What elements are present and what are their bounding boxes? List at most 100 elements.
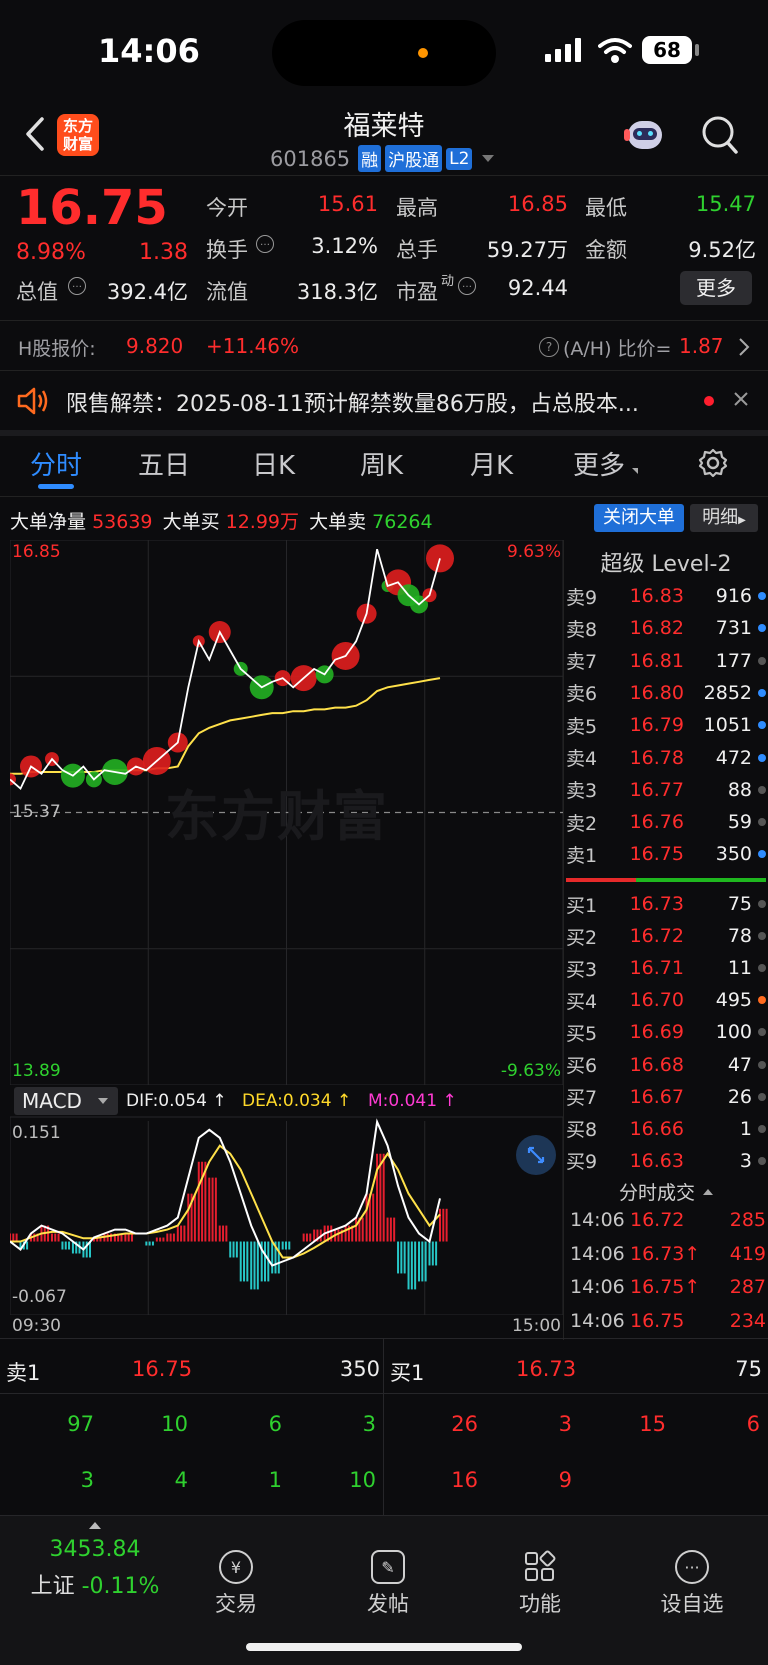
- amount-value: 9.52亿: [688, 238, 756, 262]
- level-label: 买5: [566, 1022, 598, 1045]
- tab-weekly-k[interactable]: 周K: [360, 445, 403, 482]
- ask-level-row[interactable]: 卖9 16.83 916: [566, 580, 766, 612]
- index-name: 上证: [30, 1574, 75, 1599]
- ask-level-row[interactable]: 卖6 16.80 2852: [566, 677, 766, 709]
- level-price: 16.75: [629, 843, 684, 866]
- level-price: 16.78: [629, 746, 684, 769]
- close-icon[interactable]: [733, 391, 749, 407]
- close-big-order-button[interactable]: 关闭大单: [594, 504, 684, 532]
- index-change: -0.11%: [81, 1574, 160, 1599]
- tab-daily-k[interactable]: 日K: [252, 445, 295, 482]
- ticks-title-row[interactable]: 分时成交: [566, 1178, 766, 1205]
- level-price: 16.80: [629, 681, 684, 704]
- settings-gear-icon[interactable]: [697, 447, 729, 479]
- tick-price: 16.72: [630, 1209, 685, 1231]
- index-ticker[interactable]: 3453.84 上证 -0.11%: [20, 1522, 170, 1600]
- open-label: 今开: [206, 196, 248, 220]
- bid-level-row[interactable]: 买4 16.70 495: [566, 984, 766, 1016]
- macd-y-bottom: -0.067: [12, 1287, 67, 1307]
- level-label: 卖4: [566, 748, 598, 770]
- level-price: 16.71: [629, 957, 684, 980]
- ask-level-row[interactable]: 卖2 16.76 59: [566, 806, 766, 838]
- level-volume: 3: [739, 1149, 752, 1172]
- notice-text: 限售解禁：2025-08-11预计解禁数量86万股，占总股本...: [66, 392, 639, 417]
- bid-level-row[interactable]: 买2 16.72 78: [566, 920, 766, 952]
- bid-level-row[interactable]: 买1 16.73 75: [566, 888, 766, 920]
- tab-monthly-k[interactable]: 月K: [470, 445, 513, 482]
- level-label: 买1: [566, 894, 598, 917]
- bid-level-row[interactable]: 买9 16.63 3: [566, 1145, 766, 1177]
- pct-top-label: 9.63%: [506, 542, 561, 562]
- level-price: 16.72: [629, 925, 684, 948]
- bid-level-row[interactable]: 买6 16.68 47: [566, 1049, 766, 1081]
- expand-icon: [527, 1146, 545, 1164]
- ask-level-row[interactable]: 卖8 16.82 731: [566, 612, 766, 644]
- stock-code: 601865: [270, 146, 351, 171]
- book-divider: [566, 878, 766, 882]
- queue-ask-label: 卖1: [6, 1361, 41, 1385]
- level-label: 卖3: [566, 780, 598, 803]
- ask-level-row[interactable]: 卖3 16.77 88: [566, 774, 766, 806]
- more-button[interactable]: 更多: [680, 271, 752, 305]
- nav-functions[interactable]: 功能: [480, 1550, 600, 1618]
- privacy-dot-icon: [418, 48, 428, 58]
- level-dot: [758, 900, 766, 908]
- level-price: 16.63: [629, 1149, 684, 1172]
- level-label: 买8: [566, 1119, 598, 1142]
- badge-margin: 融: [358, 145, 382, 172]
- ask-queue-cell: 3: [362, 1412, 376, 1436]
- level-dot: [758, 996, 766, 1005]
- info-icon[interactable]: …: [458, 277, 476, 295]
- info-icon[interactable]: …: [256, 235, 274, 253]
- level-price: 16.68: [629, 1053, 684, 1076]
- stock-code-row[interactable]: 601865 融 沪股通 L2: [270, 145, 495, 172]
- intraday-chart[interactable]: 16.85 9.63% 15.37 13.89 -9.63% 东方财富: [10, 540, 563, 1085]
- nav-add-watchlist[interactable]: ··· 设自选: [632, 1550, 752, 1618]
- search-icon[interactable]: [700, 114, 740, 156]
- bid-level-row[interactable]: 买8 16.66 1: [566, 1113, 766, 1145]
- level-volume: 177: [715, 649, 752, 672]
- ask-level-row[interactable]: 卖1 16.75 350: [566, 838, 766, 870]
- level2-title[interactable]: 超级 Level-2: [566, 546, 766, 578]
- float-cap-value: 318.3亿: [296, 280, 378, 304]
- level-label: 卖2: [566, 812, 598, 835]
- nav-post[interactable]: ✎ 发帖: [328, 1550, 448, 1618]
- low-label: 最低: [585, 196, 627, 220]
- level-volume: 731: [715, 617, 752, 640]
- level-volume: 78: [727, 925, 752, 948]
- level-dot: [758, 850, 766, 859]
- compose-icon: ✎: [371, 1550, 405, 1584]
- ask-level-row[interactable]: 卖5 16.79 1051: [566, 709, 766, 741]
- robot-assistant-icon[interactable]: [624, 115, 666, 155]
- tab-more[interactable]: 更多: [573, 445, 625, 482]
- level-volume: 472: [715, 746, 752, 769]
- macd-panel[interactable]: MACD DIF:0.054 ↑ DEA:0.034 ↑ M:0.041 ↑ 0…: [10, 1085, 563, 1315]
- ask-level-row[interactable]: 卖4 16.78 472: [566, 742, 766, 774]
- bid-level-row[interactable]: 买3 16.71 11: [566, 952, 766, 984]
- tab-five-day[interactable]: 五日: [138, 445, 190, 482]
- turnover-label: 换手: [206, 238, 248, 262]
- help-icon[interactable]: ?: [539, 337, 559, 357]
- level-label: 卖5: [566, 715, 598, 738]
- x-start-label: 09:30: [12, 1316, 61, 1336]
- level-price: 16.82: [629, 617, 684, 640]
- avg-price-line: [10, 677, 441, 775]
- turnover-value: 3.12%: [311, 234, 378, 258]
- info-icon[interactable]: …: [68, 277, 86, 295]
- level-label: 卖6: [566, 683, 598, 706]
- change-amount: 1.38: [139, 240, 188, 265]
- level-label: 买4: [566, 990, 598, 1013]
- fullscreen-button[interactable]: [516, 1135, 556, 1175]
- ask-level-row[interactable]: 卖7 16.81 177: [566, 645, 766, 677]
- h-share-price: 9.820: [126, 334, 184, 358]
- detail-button[interactable]: 明细▶: [690, 504, 758, 532]
- level-dot: [758, 592, 766, 600]
- mktcap-label: 总值: [16, 280, 58, 304]
- bid-level-row[interactable]: 买5 16.69 100: [566, 1016, 766, 1048]
- y-bottom-label: 13.89: [12, 1061, 61, 1081]
- badge-l2: L2: [446, 147, 473, 170]
- bid-level-row[interactable]: 买7 16.67 26: [566, 1081, 766, 1113]
- macd-y-top: 0.151: [12, 1123, 61, 1143]
- tab-intraday[interactable]: 分时: [30, 445, 82, 482]
- nav-trade[interactable]: ¥ 交易: [176, 1550, 296, 1618]
